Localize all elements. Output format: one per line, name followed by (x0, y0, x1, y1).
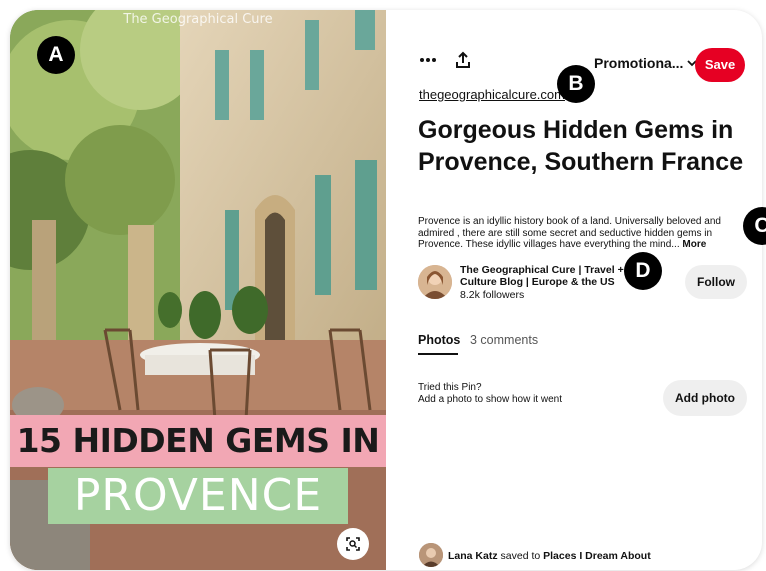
pin-image[interactable]: The Geographical Cure 15 HIDDEN GEMS IN … (10, 10, 386, 570)
marker-a: A (37, 36, 75, 74)
saver-avatar[interactable] (419, 543, 443, 567)
pin-description: Provence is an idyllic history book of a… (418, 216, 750, 251)
active-tab-indicator (418, 353, 458, 355)
board-select-dropdown[interactable]: Promotiona... (594, 55, 698, 71)
follower-count: 8.2k followers (460, 289, 525, 301)
tried-pin-title: Tried this Pin? (418, 382, 482, 393)
more-link[interactable]: More (682, 239, 706, 250)
saver-name[interactable]: Lana Katz (448, 550, 498, 562)
creator-name[interactable]: The Geographical Cure | Travel + Culture… (460, 264, 640, 288)
creator-avatar[interactable] (418, 265, 452, 299)
share-upload-icon[interactable] (449, 46, 477, 74)
saved-to-line: Lana Katz saved to Places I Dream About (448, 550, 651, 562)
saved-to-text: saved to (500, 550, 541, 562)
marker-b: B (557, 65, 595, 103)
pin-description-text: Provence is an idyllic history book of a… (418, 216, 721, 250)
ellipsis-icon[interactable] (414, 46, 442, 74)
save-button[interactable]: Save (695, 48, 745, 82)
lens-search-icon (346, 537, 360, 551)
source-link[interactable]: thegeographicalcure.com (419, 87, 565, 102)
follow-button[interactable]: Follow (685, 265, 747, 299)
tab-photos[interactable]: Photos (418, 333, 460, 347)
tried-pin-subtitle: Add a photo to show how it went (418, 394, 562, 405)
marker-d: D (624, 252, 662, 290)
image-watermark: The Geographical Cure (123, 12, 273, 27)
tab-comments[interactable]: 3 comments (470, 333, 538, 347)
pin-closeup-card: The Geographical Cure 15 HIDDEN GEMS IN … (10, 10, 762, 570)
visual-search-button[interactable] (337, 528, 369, 560)
board-select-label: Promotiona... (594, 55, 684, 71)
pin-title: Gorgeous Hidden Gems in Provence, Southe… (418, 116, 744, 176)
image-banner-line1: 15 HIDDEN GEMS IN (10, 415, 386, 467)
saved-board-link[interactable]: Places I Dream About (543, 550, 651, 562)
add-photo-button[interactable]: Add photo (663, 380, 747, 416)
image-banner-line2: PROVENCE (48, 468, 348, 524)
